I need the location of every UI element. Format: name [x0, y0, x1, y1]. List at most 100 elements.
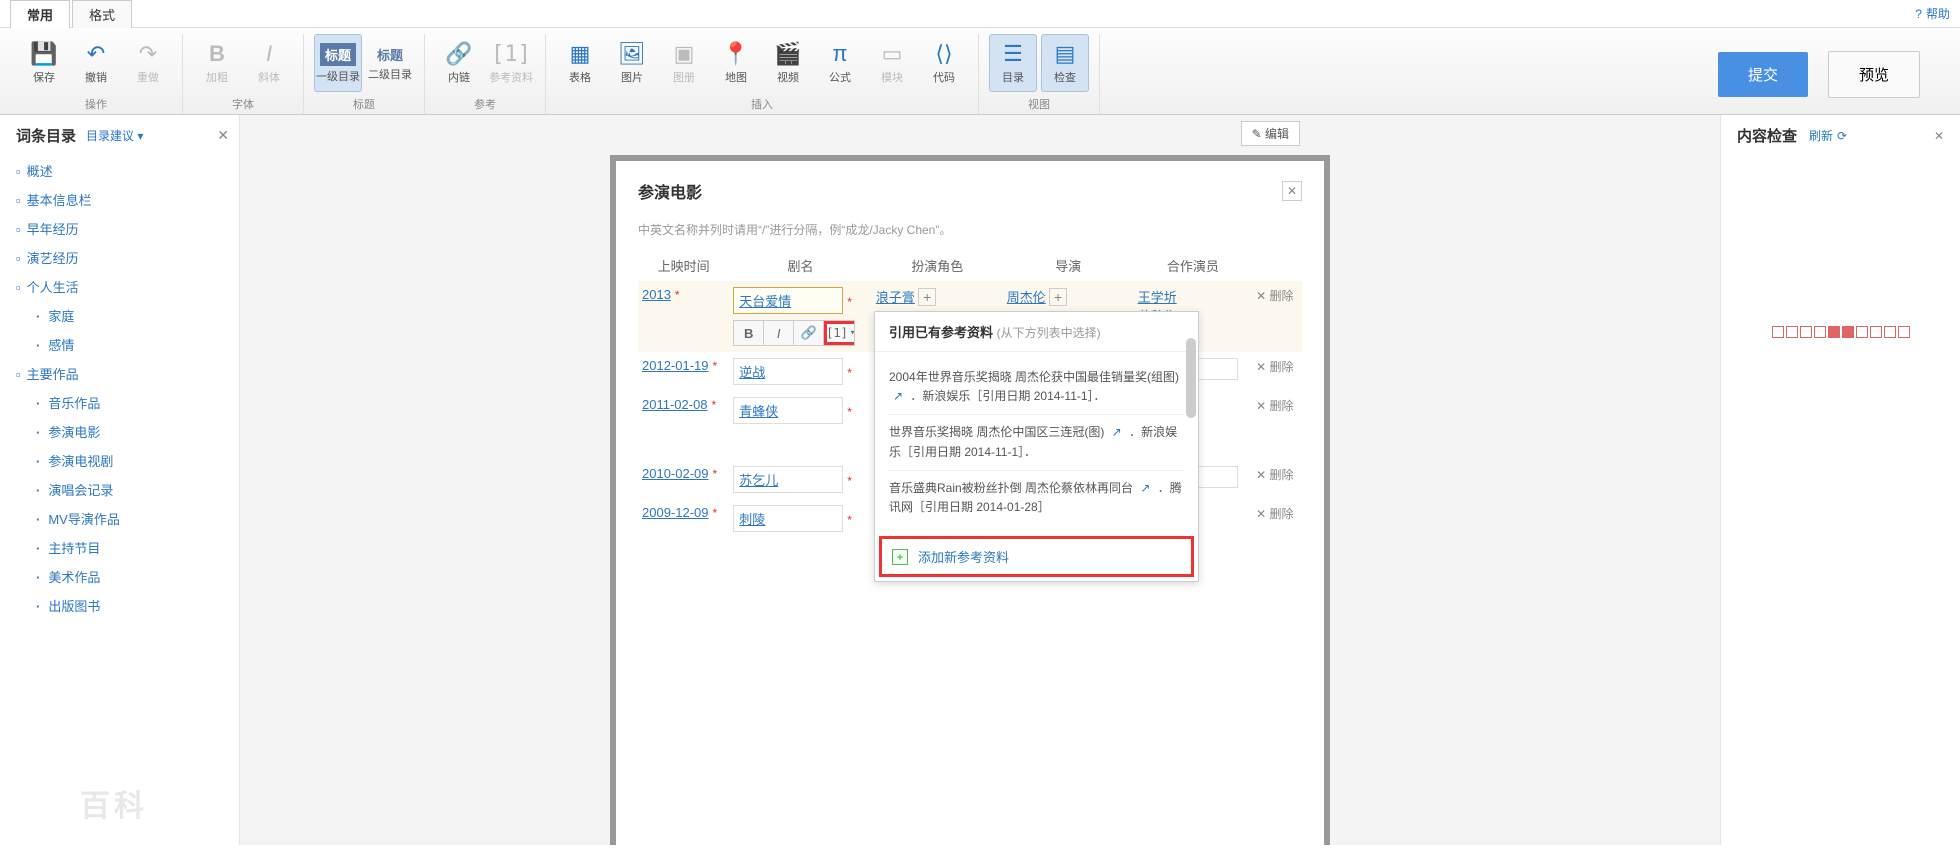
group-heading-label: 标题 — [353, 96, 375, 112]
edit-button[interactable]: ✎ 编辑 — [1241, 121, 1300, 146]
delete-row[interactable]: ✕ 删除 — [1256, 468, 1293, 482]
modal-hint: 中英文名称并列时请用“/”进行分隔，例“成龙/Jacky Chen”。 — [638, 221, 1302, 238]
chevron-down-icon: ▾ — [137, 129, 143, 143]
name-cell[interactable]: 青蜂侠 — [733, 397, 843, 424]
date-cell[interactable]: 2010-02-09 — [642, 466, 709, 481]
ref-icon: [1] — [491, 42, 531, 67]
toc-item[interactable]: 早年经历 — [16, 214, 239, 243]
actor-cell[interactable]: 王学圻 — [1138, 290, 1177, 305]
save-icon: 💾 — [30, 41, 57, 67]
pencil-icon: ✎ — [1252, 127, 1262, 141]
toc-item[interactable]: 感情 — [16, 330, 239, 359]
link-icon: 🔗 — [445, 41, 472, 67]
map-icon: 📍 — [722, 41, 749, 67]
preview-button[interactable]: 预览 — [1828, 51, 1920, 98]
toc-item[interactable]: 基本信息栏 — [16, 185, 239, 214]
watermark: 百科 — [80, 781, 148, 825]
scrollbar[interactable] — [1186, 338, 1196, 418]
group-ref-label: 参考 — [474, 96, 496, 112]
toc-item[interactable]: 演唱会记录 — [16, 475, 239, 504]
film-modal: 参演电影 ✕ 中英文名称并列时请用“/”进行分隔，例“成龙/Jacky Chen… — [616, 161, 1324, 845]
tab-format[interactable]: 格式 — [72, 0, 132, 28]
table-header: 上映时间 — [638, 250, 729, 281]
sidebar-suggest-link[interactable]: 目录建议 ▾ — [86, 127, 143, 144]
heading1-button[interactable]: 标题一级目录 — [314, 34, 362, 92]
toc-item[interactable]: 参演电影 — [16, 417, 239, 446]
tab-common[interactable]: 常用 — [10, 0, 70, 29]
album-icon: ▣ — [674, 41, 695, 67]
check-button[interactable]: ▤检查 — [1041, 34, 1089, 92]
sidebar-close[interactable]: ✕ — [217, 127, 229, 144]
h2-icon: 标题 — [377, 45, 403, 64]
plus-icon: + — [892, 549, 908, 565]
mini-bold[interactable]: B — [734, 321, 764, 345]
toc-item[interactable]: 主持节目 — [16, 533, 239, 562]
help-link[interactable]: ? 帮助 — [1915, 5, 1950, 22]
mini-toolbar: BI🔗[1]▾ — [733, 320, 855, 346]
external-link-icon: ↗ — [1140, 481, 1150, 495]
role-cell[interactable]: 浪子膏 — [876, 290, 915, 305]
date-cell[interactable]: 2009-12-09 — [642, 505, 709, 520]
refresh-button[interactable]: 刷新 ⟳ — [1809, 127, 1847, 144]
map-button[interactable]: 📍地图 — [712, 34, 760, 92]
toc-item[interactable]: 出版图书 — [16, 591, 239, 620]
delete-row[interactable]: ✕ 删除 — [1256, 289, 1293, 303]
redo-button: ↷重做 — [124, 34, 172, 92]
save-button[interactable]: 💾保存 — [20, 34, 68, 92]
module-button: ▭模块 — [868, 34, 916, 92]
toc-item[interactable]: 个人生活 — [16, 272, 239, 301]
toc-item[interactable]: MV导演作品 — [16, 504, 239, 533]
toc-button[interactable]: ☰目录 — [989, 34, 1037, 92]
date-cell[interactable]: 2012-01-19 — [642, 358, 709, 373]
name-cell[interactable]: 苏乞儿 — [733, 466, 843, 493]
add-reference-button[interactable]: + 添加新参考资料 — [879, 536, 1194, 577]
refresh-icon: ⟳ — [1837, 129, 1847, 143]
link-button[interactable]: 🔗内链 — [435, 34, 483, 92]
ref-popup-sub: (从下方列表中选择) — [997, 326, 1101, 340]
reference-item[interactable]: 世界音乐奖揭晓 周杰伦中国区三连冠(图) ↗ ．新浪娱乐［引用日期 2014-1… — [889, 415, 1184, 470]
submit-button[interactable]: 提交 — [1718, 52, 1808, 97]
group-ops-label: 操作 — [85, 96, 107, 112]
toc-item[interactable]: 美术作品 — [16, 562, 239, 591]
add-director[interactable]: + — [1049, 288, 1067, 306]
undo-button[interactable]: ↶撤销 — [72, 34, 120, 92]
toc-item[interactable]: 音乐作品 — [16, 388, 239, 417]
formula-button[interactable]: π公式 — [816, 34, 864, 92]
table-header: 导演 — [1003, 250, 1134, 281]
name-cell[interactable]: 刺陵 — [733, 505, 843, 532]
table-header: 剧名 — [729, 250, 872, 281]
mini-link[interactable]: 🔗 — [794, 321, 824, 345]
external-link-icon: ↗ — [1112, 425, 1122, 439]
toc-item[interactable]: 演艺经历 — [16, 243, 239, 272]
date-cell[interactable]: 2013 — [642, 287, 671, 302]
mini-reference[interactable]: [1]▾ — [824, 321, 854, 345]
delete-row[interactable]: ✕ 删除 — [1256, 399, 1293, 413]
table-button[interactable]: ▦表格 — [556, 34, 604, 92]
code-button[interactable]: ⟨⟩代码 — [920, 34, 968, 92]
modal-close[interactable]: ✕ — [1282, 181, 1302, 201]
italic-button: I斜体 — [245, 34, 293, 92]
reference-item[interactable]: 音乐盛典Rain被粉丝扑倒 周杰伦蔡依林再同台 ↗ ．腾讯网［引用日期 2014… — [889, 471, 1184, 525]
table-header: 扮演角色 — [872, 250, 1003, 281]
toc-item[interactable]: 概述 — [16, 156, 239, 185]
heading2-button[interactable]: 标题二级目录 — [366, 34, 414, 92]
toc-item[interactable]: 家庭 — [16, 301, 239, 330]
video-button[interactable]: 🎬视频 — [764, 34, 812, 92]
image-icon: 🖼 — [618, 41, 646, 67]
ref-popup-title: 引用已有参考资料 — [889, 325, 993, 340]
image-button[interactable]: 🖼图片 — [608, 34, 656, 92]
reference-item[interactable]: 2004年世界音乐奖揭晓 周杰伦获中国最佳销量奖(组图) ↗ ．新浪娱乐［引用日… — [889, 360, 1184, 415]
name-cell[interactable]: 逆战 — [733, 358, 843, 385]
delete-row[interactable]: ✕ 删除 — [1256, 360, 1293, 374]
date-cell[interactable]: 2011-02-08 — [642, 397, 708, 412]
add-role[interactable]: + — [918, 288, 936, 306]
name-cell[interactable]: 天台爱情 — [733, 287, 843, 314]
mini-italic[interactable]: I — [764, 321, 794, 345]
toc-item[interactable]: 参演电视剧 — [16, 446, 239, 475]
video-icon: 🎬 — [774, 41, 801, 67]
inspector-close[interactable]: ✕ — [1934, 129, 1944, 143]
director-cell[interactable]: 周杰伦 — [1007, 290, 1046, 305]
delete-row[interactable]: ✕ 删除 — [1256, 507, 1293, 521]
toc-item[interactable]: 主要作品 — [16, 359, 239, 388]
sidebar-title: 词条目录 — [16, 125, 76, 146]
